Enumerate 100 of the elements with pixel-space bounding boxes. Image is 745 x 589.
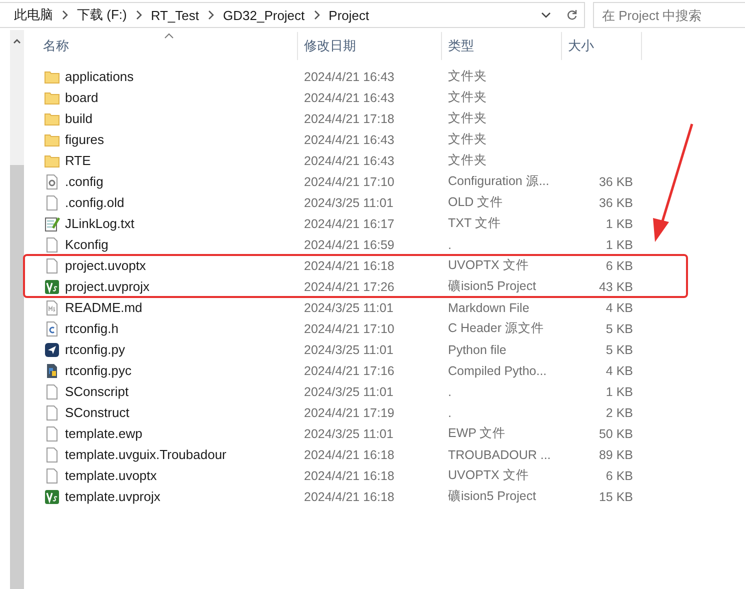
modified-date: 2024/4/21 16:43 (303, 70, 396, 84)
file-size: 5 KB (604, 342, 634, 356)
column-header[interactable]: 大小 (562, 32, 642, 60)
folder-icon (44, 90, 60, 106)
modified-date: 2024/4/21 17:19 (303, 406, 396, 420)
keil-project-icon (44, 278, 60, 294)
file-name[interactable]: template.uvprojx (24, 488, 298, 504)
chevron-right-icon (134, 10, 143, 20)
scroll-up-icon[interactable] (13, 38, 21, 44)
file-size: 43 KB (598, 280, 634, 294)
chevron-right-icon (312, 10, 321, 20)
folder-icon (44, 152, 60, 168)
file-type: 礦ision5 Project (447, 278, 538, 295)
sort-caret-icon (164, 32, 174, 39)
search-field[interactable]: 在 Project 中搜索 (593, 2, 745, 28)
file-size: 15 KB (598, 490, 634, 504)
file-name[interactable]: applications (24, 68, 298, 84)
refresh-icon[interactable] (566, 9, 578, 21)
modified-date: 2024/3/25 11:01 (303, 342, 394, 356)
file-size: 4 KB (604, 300, 634, 314)
modified-date: 2024/4/21 16:43 (303, 90, 396, 104)
file-name[interactable]: figures (24, 132, 298, 148)
file-type: 文件夹 (447, 110, 488, 127)
file-size: 1 KB (604, 238, 634, 252)
file-type: C Header 源文件 (447, 320, 545, 337)
file-name[interactable]: Kconfig (24, 236, 298, 252)
column-header[interactable]: 类型 (442, 32, 562, 60)
breadcrumb-item[interactable]: RT_Test (150, 8, 199, 22)
file-name[interactable]: template.uvoptx (24, 468, 298, 484)
breadcrumb-item[interactable]: GD32_Project (223, 8, 305, 22)
file-size: 1 KB (604, 384, 634, 398)
file-icon (44, 258, 60, 274)
file-name[interactable]: template.uvguix.Troubadour (24, 446, 298, 462)
file-name[interactable]: README.md (24, 300, 298, 316)
file-name[interactable]: build (24, 110, 298, 126)
file-name[interactable]: rtconfig.py (24, 342, 298, 358)
file-type: Markdown File (447, 300, 530, 314)
modified-date: 2024/3/25 11:01 (303, 196, 394, 210)
file-name[interactable]: JLinkLog.txt (24, 216, 298, 232)
python-compiled-icon (44, 362, 60, 378)
file-name[interactable]: rtconfig.h (24, 320, 298, 336)
folder-icon (44, 132, 60, 148)
modified-date: 2024/4/21 17:10 (303, 174, 396, 188)
modified-date: 2024/4/21 17:18 (303, 112, 396, 126)
modified-date: 2024/4/21 16:43 (303, 132, 396, 146)
file-name[interactable]: .config (24, 174, 298, 190)
breadcrumb-item[interactable]: 下载 (F:) (77, 6, 127, 24)
file-name[interactable]: SConstruct (24, 404, 298, 420)
modified-date: 2024/4/21 17:16 (303, 364, 396, 378)
gear-file-icon (44, 174, 60, 190)
file-size: 36 KB (598, 196, 634, 210)
file-icon (44, 404, 60, 420)
file-type: TXT 文件 (447, 215, 502, 232)
modified-date: 2024/4/21 16:18 (303, 448, 396, 462)
file-icon (44, 194, 60, 210)
modified-date: 2024/3/25 11:01 (303, 300, 394, 314)
scrollbar[interactable] (10, 30, 24, 589)
file-name[interactable]: SConscript (24, 384, 298, 400)
file-name[interactable]: RTE (24, 152, 298, 168)
file-name[interactable]: rtconfig.pyc (24, 362, 298, 378)
modified-date: 2024/4/21 16:17 (303, 216, 396, 230)
modified-date: 2024/4/21 16:43 (303, 154, 396, 168)
file-type: 文件夹 (447, 152, 488, 169)
address-bar[interactable]: 此电脑 下载 (F:) RT_Test GD32_Project Project (0, 2, 585, 28)
file-size: 6 KB (604, 258, 634, 272)
modified-date: 2024/4/21 16:18 (303, 258, 396, 272)
modified-date: 2024/4/21 17:10 (303, 322, 396, 336)
python-file-icon (44, 342, 60, 358)
file-name[interactable]: project.uvoptx (24, 258, 298, 274)
keil-project-icon (44, 488, 60, 504)
c-file-icon (44, 320, 60, 336)
chevron-right-icon (61, 10, 69, 20)
folder-icon (44, 110, 60, 126)
file-size: 89 KB (598, 448, 634, 462)
file-type: Compiled Pytho... (447, 364, 548, 378)
file-name[interactable]: .config.old (24, 194, 298, 210)
modified-date: 2024/4/21 16:59 (303, 238, 396, 252)
modified-date: 2024/4/21 16:18 (303, 468, 396, 482)
column-header[interactable]: 修改日期 (298, 32, 442, 60)
file-name[interactable]: template.ewp (24, 426, 298, 442)
folder-icon (44, 68, 60, 84)
breadcrumb-item[interactable]: Project (328, 8, 370, 22)
file-size: 2 KB (604, 406, 634, 420)
modified-date: 2024/3/25 11:01 (303, 426, 394, 440)
file-type: OLD 文件 (447, 194, 504, 211)
file-size: 50 KB (598, 426, 634, 440)
file-type: 文件夹 (447, 68, 488, 85)
file-type: 文件夹 (447, 89, 488, 106)
file-type: TROUBADOUR ... (447, 448, 552, 462)
file-name[interactable]: board (24, 90, 298, 106)
file-icon (44, 384, 60, 400)
markdown-file-icon (44, 300, 60, 316)
file-size: 1 KB (604, 216, 634, 230)
column-header[interactable]: 名称 (24, 32, 298, 60)
file-type: UVOPTX 文件 (447, 467, 530, 484)
file-size: 6 KB (604, 468, 634, 482)
breadcrumb-item[interactable]: 此电脑 (14, 6, 53, 24)
file-type: Configuration 源... (447, 173, 550, 190)
file-name[interactable]: project.uvprojx (24, 278, 298, 294)
file-icon (44, 236, 60, 252)
